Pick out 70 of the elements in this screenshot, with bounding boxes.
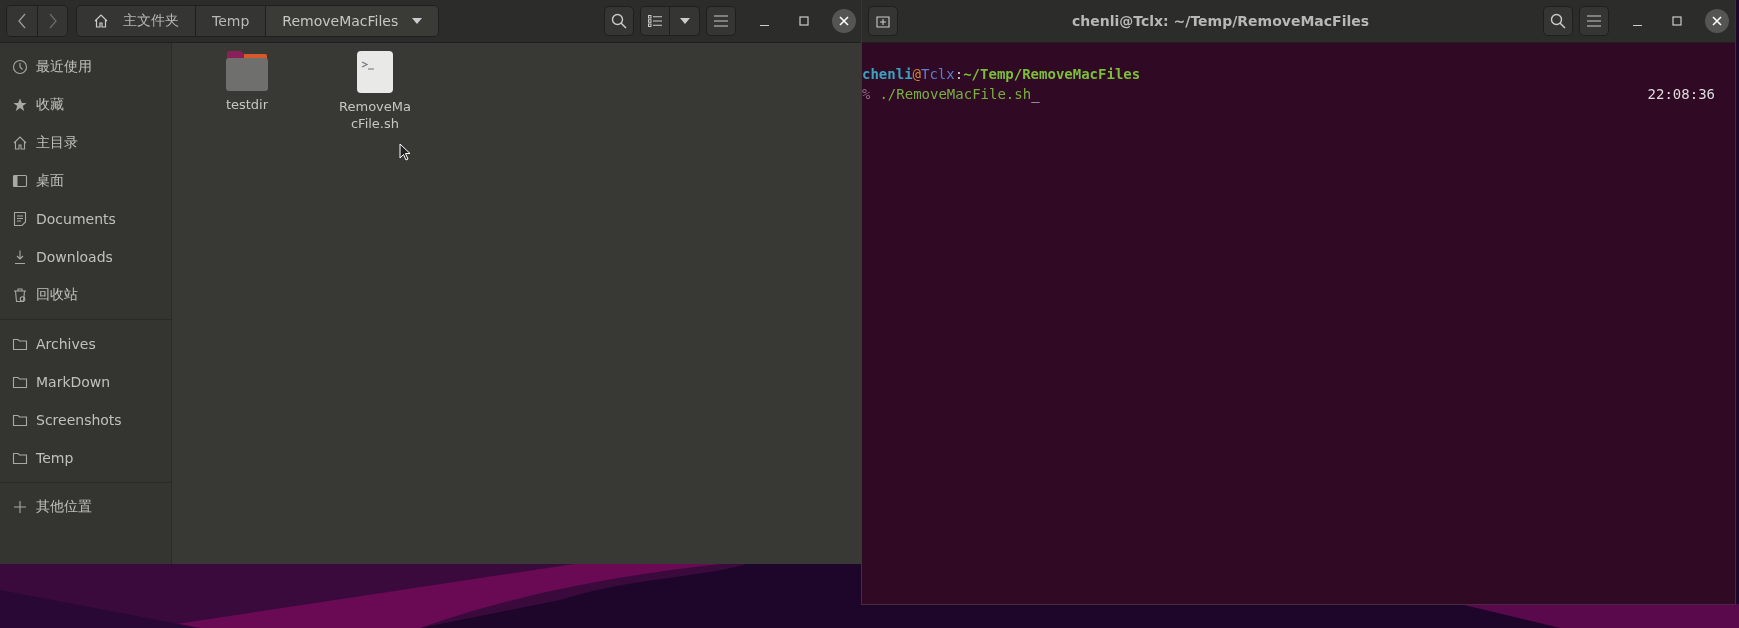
caret-icon <box>412 18 423 24</box>
home-icon <box>12 135 28 151</box>
view-options-button[interactable] <box>670 6 700 36</box>
script-file-icon <box>356 50 394 94</box>
path-segment[interactable]: 主文件夹 <box>77 6 195 36</box>
prompt-path: ~/Temp/RemoveMacFiles <box>963 66 1141 82</box>
prompt-host: Tclx <box>921 66 955 82</box>
star-icon <box>12 97 28 113</box>
menu-icon <box>1587 15 1601 27</box>
close-icon <box>839 16 849 26</box>
sidebar-item[interactable]: 其他位置 <box>0 488 171 526</box>
desktop-icon <box>12 173 28 189</box>
window-title: chenli@Tclx: ~/Temp/RemoveMacFiles <box>1070 13 1371 29</box>
menu-button[interactable] <box>706 6 736 36</box>
search-icon <box>1550 13 1566 29</box>
prompt-at: @ <box>912 66 921 82</box>
sidebar-item[interactable]: 桌面 <box>0 162 171 200</box>
sidebar-item[interactable]: Screenshots <box>0 401 171 439</box>
download-icon <box>12 249 28 265</box>
close-button[interactable] <box>832 9 856 33</box>
file-name[interactable]: testdir <box>210 96 284 113</box>
sidebar-item[interactable]: 主目录 <box>0 124 171 162</box>
path-segment[interactable]: RemoveMacFiles <box>265 6 439 36</box>
timestamp: 22:08:36 <box>1647 86 1715 102</box>
prompt-separator: : <box>954 66 964 82</box>
search-icon <box>611 13 627 29</box>
search-button[interactable] <box>604 6 634 36</box>
menu-icon <box>714 15 728 27</box>
minimize-icon <box>1632 24 1642 26</box>
cursor-icon <box>399 143 411 161</box>
command-text: ./RemoveMacFile.sh <box>879 86 1032 102</box>
path-segment[interactable]: Temp <box>195 6 266 36</box>
sidebar-item[interactable]: Archives <box>0 325 171 363</box>
close-button[interactable] <box>1705 9 1729 33</box>
list-view-button[interactable] <box>640 6 670 36</box>
folder-icon <box>225 50 269 92</box>
sidebar-item[interactable]: 最近使用 <box>0 48 171 86</box>
caret-icon <box>679 18 690 24</box>
sidebar-item[interactable]: Downloads <box>0 238 171 276</box>
sidebar-item[interactable]: 回收站 <box>0 276 171 314</box>
sidebar-item[interactable]: Documents <box>0 200 171 238</box>
list-icon <box>648 15 662 27</box>
file-name[interactable]: RemoveMacFile.sh <box>338 98 412 132</box>
chevron-right-icon <box>47 13 58 29</box>
forward-button[interactable] <box>37 6 67 36</box>
home-icon <box>93 13 109 29</box>
folder-icon <box>12 450 28 466</box>
prompt-symbol: % <box>862 86 871 102</box>
clock-icon <box>12 59 28 75</box>
menu-button[interactable] <box>1579 6 1609 36</box>
maximize-icon <box>799 16 809 26</box>
close-icon <box>1712 16 1722 26</box>
trash-icon <box>12 287 28 303</box>
text-cursor: _ <box>1031 86 1040 102</box>
folder-icon <box>12 374 28 390</box>
minimize-icon <box>759 24 769 26</box>
search-button[interactable] <box>1543 6 1573 36</box>
sidebar-item[interactable]: MarkDown <box>0 363 171 401</box>
document-icon <box>12 211 28 227</box>
folder-icon <box>12 412 28 428</box>
prompt-user: chenli <box>862 66 913 82</box>
new-tab-button[interactable] <box>868 6 898 36</box>
plus-icon <box>12 499 28 515</box>
sidebar-item[interactable]: 收藏 <box>0 86 171 124</box>
new-tab-icon <box>876 14 890 28</box>
folder-icon <box>12 336 28 352</box>
chevron-left-icon <box>17 13 27 29</box>
maximize-icon <box>1672 16 1682 26</box>
sidebar-item[interactable]: Temp <box>0 439 171 477</box>
back-button[interactable] <box>7 6 37 36</box>
